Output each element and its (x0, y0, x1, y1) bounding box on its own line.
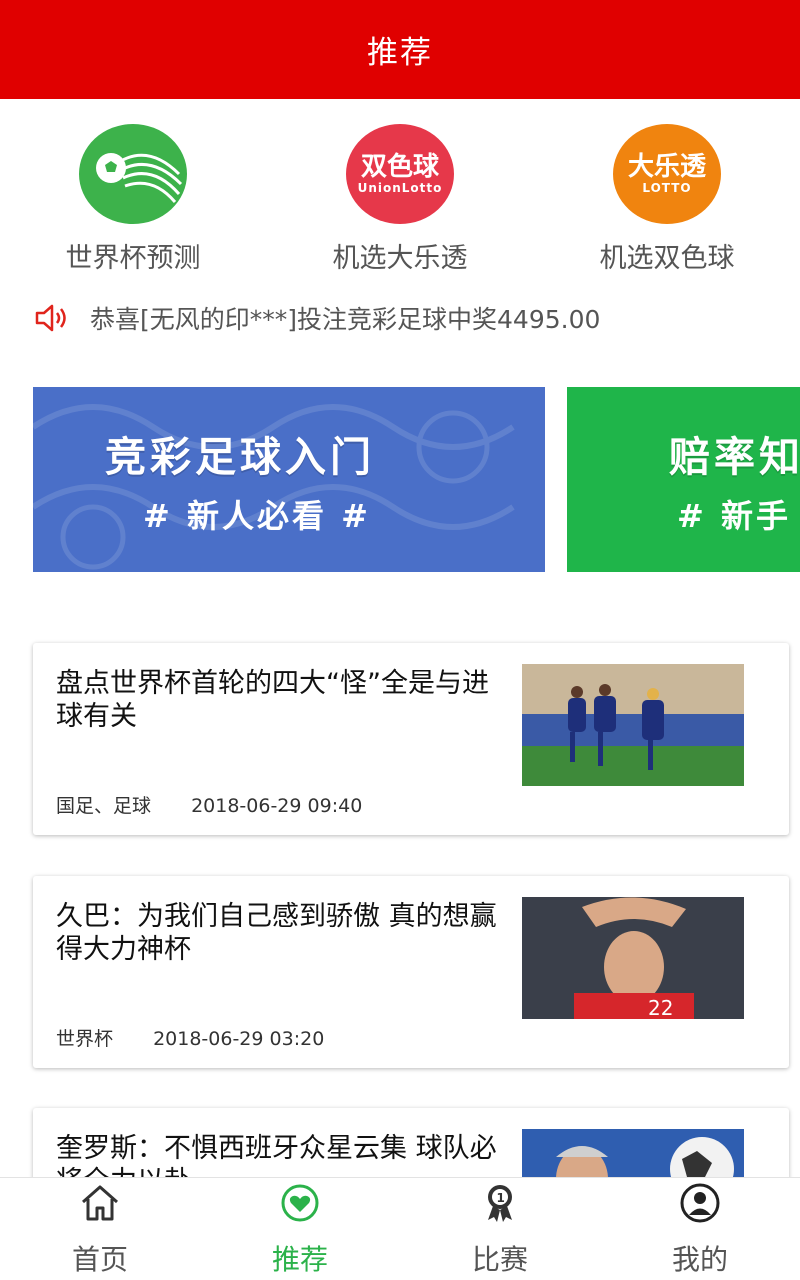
union-lotto-logo: 双色球 UnionLotto (346, 124, 454, 224)
banner-odds[interactable]: 赔率知 # 新手 (567, 387, 800, 572)
news-tag: 世界杯 (56, 1028, 114, 1050)
news-thumbnail (522, 664, 744, 786)
quick-entry-shuangseqiu[interactable]: 大乐透 LOTTO 机选双色球 (557, 122, 777, 275)
svg-text:22: 22 (648, 996, 673, 1019)
news-meta: 世界杯 2018-06-29 03:20 (56, 1024, 324, 1051)
soccer-ball-icon (79, 124, 187, 224)
medal-icon: 1 (488, 1185, 512, 1222)
speaker-icon (35, 304, 66, 332)
tab-label: 比赛 (471, 1243, 528, 1276)
logo-subtext: UnionLotto (357, 181, 443, 195)
banner-title: 赔率知 (669, 432, 800, 481)
banner-carousel[interactable]: 竞彩足球入门 # 新人必看 # 赔率知 # 新手 (33, 387, 800, 573)
news-title: 盘点世界杯首轮的四大“怪”全是与进球有关 (56, 668, 489, 732)
quick-entry-worldcup[interactable]: 世界杯预测 (23, 122, 243, 275)
svg-text:1: 1 (497, 1191, 505, 1205)
news-meta: 国足、足球 2018-06-29 09:40 (56, 791, 362, 818)
heart-icon (281, 1184, 319, 1222)
news-time: 2018-06-29 03:20 (153, 1028, 325, 1050)
tab-mine[interactable]: 我的 (600, 1178, 800, 1280)
logo-subtext: LOTTO (642, 181, 692, 195)
news-title: 久巴：为我们自己感到骄傲 真的想赢得大力神杯 (56, 901, 497, 965)
top-bar: 推荐 (0, 0, 800, 99)
banner-subtitle: # 新手 (677, 496, 791, 535)
tab-recommend[interactable]: 推荐 (200, 1178, 400, 1280)
news-card[interactable]: 久巴：为我们自己感到骄傲 真的想赢得大力神杯 世界杯 2018-06-29 03… (33, 876, 789, 1068)
bottom-tab-bar: 首页 推荐 1 比赛 我的 (0, 1177, 800, 1280)
news-tag: 国足、足球 (56, 795, 152, 817)
tab-label: 推荐 (271, 1243, 328, 1276)
quick-entry-label: 机选大乐透 (332, 243, 468, 274)
quick-entry-daletou[interactable]: 双色球 UnionLotto 机选大乐透 (290, 122, 510, 275)
logo-text: 大乐透 (627, 152, 706, 182)
news-thumbnail: 22 (522, 897, 744, 1019)
winning-notice[interactable]: 恭喜[无风的印***]投注竞彩足球中奖4495.00 (34, 296, 774, 340)
home-icon (82, 1185, 118, 1221)
tab-label: 首页 (71, 1243, 128, 1276)
tab-home[interactable]: 首页 (0, 1178, 200, 1280)
lotto-logo: 大乐透 LOTTO (613, 124, 721, 224)
logo-text: 双色球 (360, 152, 439, 182)
tab-match[interactable]: 1 比赛 (400, 1178, 600, 1280)
quick-entry-label: 世界杯预测 (65, 243, 201, 274)
page-title: 推荐 (367, 35, 433, 71)
banner-pattern (33, 404, 515, 570)
quick-entries: 世界杯预测 双色球 UnionLotto 机选大乐透 大乐透 LOTTO 机选双… (0, 122, 800, 275)
news-card[interactable]: 盘点世界杯首轮的四大“怪”全是与进球有关 国足、足球 2018-06-29 09… (33, 643, 789, 835)
user-icon (680, 1183, 720, 1223)
news-time: 2018-06-29 09:40 (191, 795, 363, 817)
notice-text: 恭喜[无风的印***]投注竞彩足球中奖4495.00 (90, 305, 601, 334)
tab-label: 我的 (671, 1243, 728, 1276)
quick-entry-label: 机选双色球 (599, 243, 735, 274)
banner-beginner[interactable]: 竞彩足球入门 # 新人必看 # (33, 387, 545, 572)
